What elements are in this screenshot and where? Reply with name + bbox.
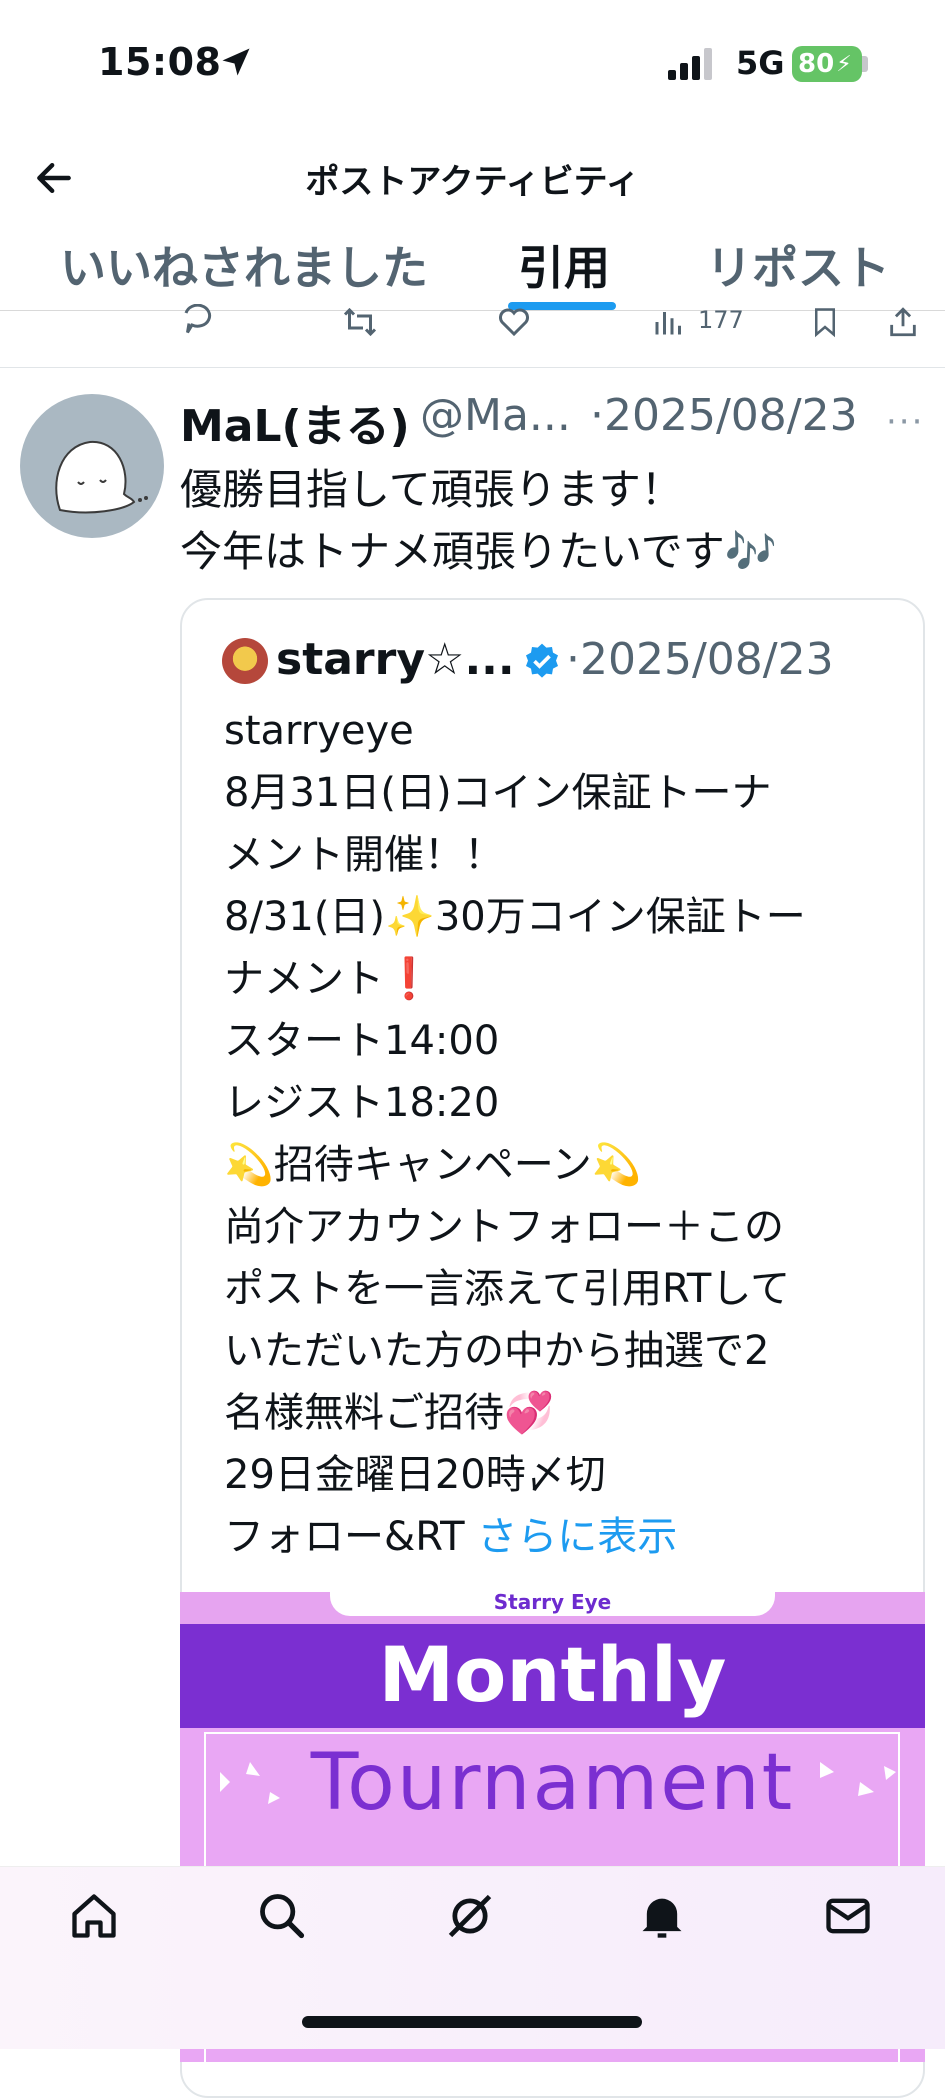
view-count: 177 xyxy=(698,306,744,334)
quoted-author-avatar[interactable] xyxy=(222,638,268,684)
notifications-icon[interactable] xyxy=(636,1890,688,1942)
battery-tip xyxy=(862,56,868,72)
location-arrow-icon xyxy=(222,48,250,76)
ghost-avatar-icon xyxy=(55,440,148,514)
quoted-text-line: ポストを一言添えて引用RTして xyxy=(224,1266,791,1312)
quoted-text-line: 名様無料ご招待💞 xyxy=(224,1390,554,1436)
post-text-line: 今年はトナメ頑張りたいです🎶 xyxy=(180,527,778,576)
sparkle-decoration-icon xyxy=(220,1762,280,1804)
avatar[interactable] xyxy=(20,394,164,538)
quoted-text-line: いただいた方の中から抽選で2 xyxy=(224,1328,770,1374)
show-more-link[interactable]: さらに表示 xyxy=(477,1514,677,1560)
home-icon[interactable] xyxy=(68,1890,120,1942)
quoted-post-date[interactable]: ·2025/08/23 xyxy=(566,634,834,685)
charging-icon: ⚡ xyxy=(836,51,852,77)
network-label: 5G xyxy=(736,44,785,82)
quoted-text-line: starryeye xyxy=(224,708,414,754)
image-title: Monthly xyxy=(378,1630,727,1719)
tab-divider xyxy=(0,310,945,311)
quoted-text-line: 8/31(日)✨30万コイン保証トー xyxy=(224,894,806,940)
quoted-author-name[interactable]: starry☆... xyxy=(276,634,515,685)
search-icon[interactable] xyxy=(256,1890,308,1942)
verified-badge-icon xyxy=(526,643,558,678)
status-time: 15:08 xyxy=(98,40,222,84)
signal-icon xyxy=(668,48,712,80)
post-date[interactable]: ·2025/08/23 xyxy=(590,390,858,441)
bookmark-icon[interactable] xyxy=(810,304,840,340)
tab-quotes[interactable]: 引用 xyxy=(518,232,610,298)
home-indicator xyxy=(302,2016,642,2028)
quoted-text-line: スタート14:00 xyxy=(224,1018,500,1064)
quoted-text-line: フォロー&RT xyxy=(224,1514,465,1560)
author-handle[interactable]: @Ma... xyxy=(420,390,571,441)
more-options-icon[interactable]: ··· xyxy=(886,402,924,442)
quoted-text-line: ナメント❗ xyxy=(224,956,434,1002)
grok-icon[interactable] xyxy=(444,1890,496,1942)
quoted-text-line: 💫招待キャンペーン💫 xyxy=(224,1142,642,1188)
quoted-text-line: 尚介アカウントフォロー＋この xyxy=(224,1204,784,1250)
battery-indicator: 80 ⚡ xyxy=(792,46,862,82)
like-icon[interactable] xyxy=(496,304,532,340)
quoted-text-line: 8月31日(日)コイン保証トーナ xyxy=(224,770,772,816)
quoted-text-line: 29日金曜日20時〆切 xyxy=(224,1452,606,1498)
reply-icon[interactable] xyxy=(180,304,216,340)
tab-reposts[interactable]: リポスト xyxy=(706,232,890,298)
image-top-label: Starry Eye xyxy=(330,1592,775,1616)
quoted-text-line: メント開催！！ xyxy=(224,832,504,878)
quoted-text-last-line: フォロー&RT さらに表示 xyxy=(224,1506,677,1568)
battery-level: 80 xyxy=(798,49,835,79)
sparkle-decoration-icon xyxy=(820,1762,896,1796)
page-title: ポストアクティビティ xyxy=(305,162,640,202)
post-text-line: 優勝目指して頑張ります！ xyxy=(180,465,683,514)
quoted-text-line: レジスト18:20 xyxy=(224,1080,500,1126)
views-icon[interactable] xyxy=(652,304,682,340)
messages-icon[interactable] xyxy=(822,1890,874,1942)
tab-likes[interactable]: いいねされました xyxy=(60,232,428,298)
post-divider xyxy=(0,367,945,368)
repost-icon[interactable] xyxy=(340,304,380,340)
author-name[interactable]: MaL(まる) xyxy=(180,390,410,454)
share-icon[interactable] xyxy=(886,304,920,340)
